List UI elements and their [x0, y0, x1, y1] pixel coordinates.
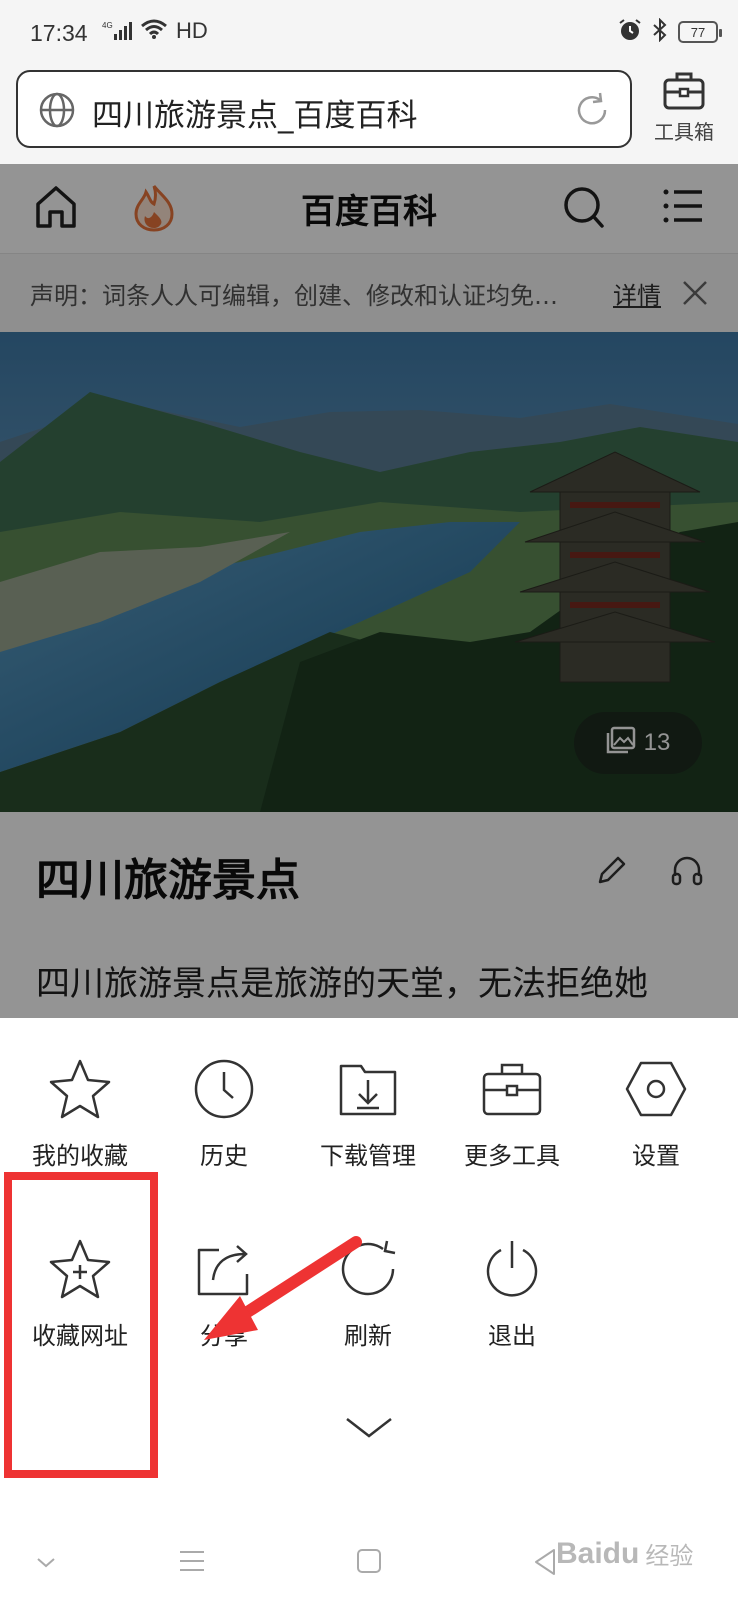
menu-my-favorites[interactable]: 我的收藏	[10, 1058, 150, 1171]
menu-label: 退出	[488, 1322, 536, 1350]
bluetooth-icon	[652, 17, 668, 46]
menu-share[interactable]: 分享	[154, 1238, 294, 1351]
menu-label: 设置	[632, 1142, 680, 1170]
nav-menu-icon[interactable]	[178, 1548, 206, 1578]
toolbox-icon	[662, 72, 706, 114]
system-nav-bar: Baidu 经验	[0, 1520, 738, 1600]
alarm-icon	[618, 18, 642, 46]
menu-label: 分享	[200, 1322, 248, 1350]
star-icon	[10, 1058, 150, 1120]
modal-overlay[interactable]	[0, 164, 738, 1018]
wifi-icon	[140, 18, 168, 44]
reload-icon[interactable]	[572, 90, 612, 134]
toolbox-label: 工具箱	[654, 120, 714, 144]
clock-icon	[154, 1058, 294, 1120]
power-icon	[442, 1238, 582, 1300]
menu-settings[interactable]: 设置	[586, 1058, 726, 1171]
status-icons-right: 77	[618, 17, 722, 46]
status-bar: 17:34 4G HD 77	[0, 0, 738, 64]
globe-icon	[38, 91, 76, 133]
toolbox-button[interactable]: 工具箱	[646, 70, 722, 145]
menu-label: 下载管理	[320, 1142, 416, 1170]
network-type-label: 4G	[102, 21, 113, 30]
watermark-sub: 经验	[645, 1543, 694, 1570]
menu-refresh[interactable]: 刷新	[298, 1238, 438, 1351]
collapse-chevron-down-icon[interactable]	[344, 1416, 394, 1444]
menu-label: 我的收藏	[32, 1142, 128, 1170]
download-folder-icon	[298, 1058, 438, 1120]
menu-more-tools[interactable]: 更多工具	[442, 1058, 582, 1171]
address-bar[interactable]: 四川旅游景点_百度百科	[16, 70, 632, 148]
menu-label: 刷新	[344, 1322, 392, 1350]
highlight-annotation-box	[4, 1172, 158, 1478]
web-page-content: 百度百科 声明：词条人人可编辑，创建、修改和认证均免… 详情 13 四川旅游景点…	[0, 164, 738, 1018]
menu-label: 历史	[200, 1142, 248, 1170]
settings-hexagon-icon	[586, 1058, 726, 1120]
url-title-text: 四川旅游景点_百度百科	[92, 98, 418, 134]
menu-download-manager[interactable]: 下载管理	[298, 1058, 438, 1171]
signal-4g-icon: 4G	[102, 20, 132, 42]
share-icon	[154, 1238, 294, 1300]
browser-address-area: 四川旅游景点_百度百科 工具箱	[0, 64, 738, 164]
hd-label: HD	[176, 18, 208, 43]
nav-home-square-icon[interactable]	[356, 1548, 382, 1578]
menu-history[interactable]: 历史	[154, 1058, 294, 1171]
watermark-brand: Baidu	[556, 1536, 640, 1570]
menu-label: 更多工具	[464, 1142, 560, 1170]
status-icons-left: 4G HD	[102, 18, 208, 44]
refresh-icon	[298, 1238, 438, 1300]
status-time: 17:34	[30, 20, 88, 46]
battery-icon: 77	[678, 21, 722, 43]
menu-exit[interactable]: 退出	[442, 1238, 582, 1351]
baidu-jingyan-watermark: Baidu 经验	[530, 1536, 693, 1571]
nav-hide-chevron-icon[interactable]	[36, 1554, 56, 1573]
toolbox-icon	[442, 1058, 582, 1120]
